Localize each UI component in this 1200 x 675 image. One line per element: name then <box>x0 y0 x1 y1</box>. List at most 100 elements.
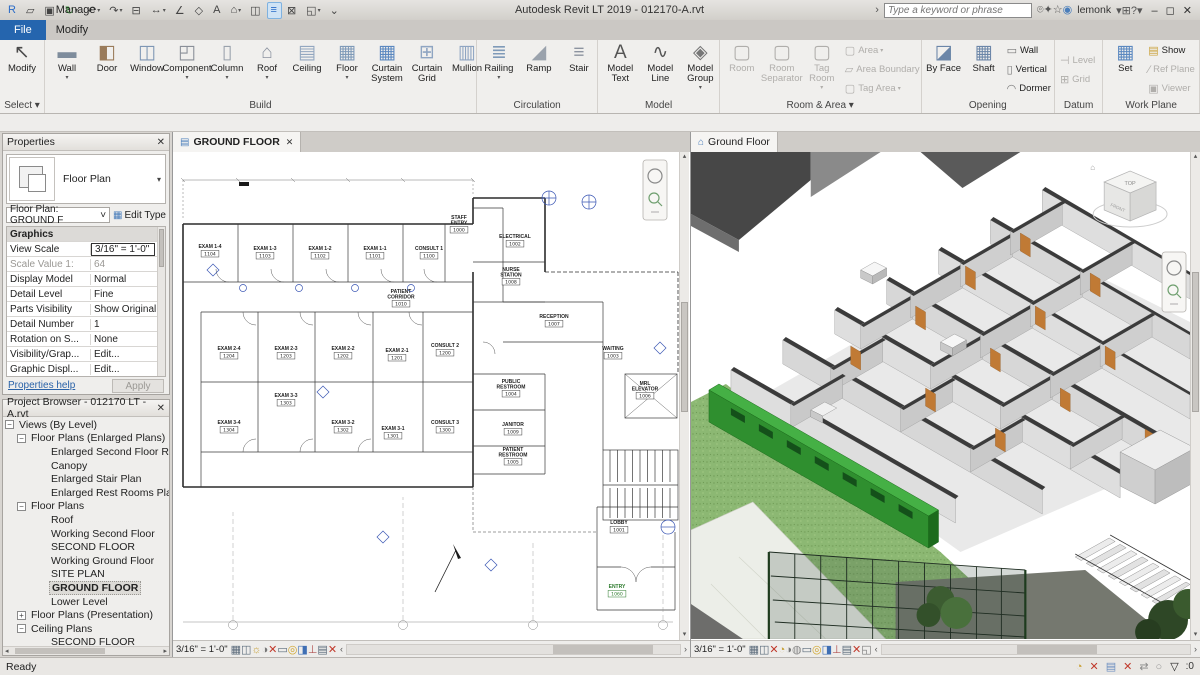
close-icon[interactable]: ✕ <box>286 137 294 148</box>
view-bar-icon[interactable]: ▭ <box>277 644 287 656</box>
expand-collapse-icon[interactable]: − <box>17 434 26 443</box>
property-row[interactable]: Graphics <box>7 227 157 242</box>
scroll-left-arrow[interactable]: ‹ <box>875 644 878 654</box>
ribbon-button[interactable]: ≣ Railing ▾ <box>479 41 519 99</box>
view-bar-icon[interactable]: ▤ <box>317 644 327 656</box>
signed-in-user[interactable]: lemonk <box>1077 4 1111 16</box>
view-bar-icon[interactable]: ◱ <box>861 644 871 656</box>
ribbon-button[interactable]: ◪ By Face <box>924 41 964 99</box>
ribbon-button[interactable]: ▬ Wall ▾ <box>47 41 87 99</box>
qat-button[interactable]: ≡ <box>267 2 282 19</box>
status-icon[interactable]: ✕ <box>1089 660 1098 673</box>
browser-h-scrollbar[interactable]: ◂▸ <box>3 646 169 655</box>
property-row[interactable]: View Scale 3/16" = 1'-0" <box>7 242 157 257</box>
3d-h-scrollbar[interactable] <box>881 644 1191 655</box>
ribbon-button[interactable]: ▢ Room <box>722 41 762 99</box>
tree-item[interactable]: − Floor Plans <box>3 500 169 514</box>
ribbon-button[interactable]: ∿ Model Line <box>640 41 680 99</box>
tree-item[interactable]: − Ceiling Plans <box>3 622 169 636</box>
tree-item[interactable]: Lower Level <box>3 595 169 609</box>
status-icon[interactable]: ⇄ <box>1139 660 1148 673</box>
plan-v-scrollbar[interactable]: ▴ ▾ <box>679 152 689 640</box>
chevron-down-icon[interactable]: ▾ <box>153 175 165 184</box>
title-icon[interactable]: ◉ <box>1063 4 1073 16</box>
tree-item[interactable]: SECOND FLOOR <box>3 636 169 647</box>
property-row[interactable]: Rotation on S... None <box>7 332 157 347</box>
ribbon-button[interactable]: ◢ Ramp <box>519 41 559 99</box>
title-icon[interactable]: ⌾ <box>1037 4 1044 16</box>
qat-button[interactable]: ◫ <box>246 2 265 19</box>
ribbon-button[interactable]: ▤ Ceiling <box>287 41 327 99</box>
ribbon-button[interactable]: ◈ Model Group ▾ <box>680 41 720 99</box>
edit-type-button[interactable]: ▦ Edit Type <box>113 210 166 221</box>
ribbon-button[interactable]: ▭ Wall <box>1004 41 1056 60</box>
file-tab[interactable]: File <box>0 20 46 40</box>
view-selector-combo[interactable]: Floor Plan: GROUND F ˅ <box>6 207 110 223</box>
ribbon-button[interactable]: ▦ Set <box>1105 41 1145 99</box>
tree-item[interactable]: − Views (By Level) <box>3 418 169 432</box>
ribbon-button[interactable]: ▦ Floor ▾ <box>327 41 367 99</box>
property-row[interactable]: Display Model Normal <box>7 272 157 287</box>
3d-v-scrollbar[interactable]: ▴ ▾ <box>1190 152 1200 640</box>
view-bar-icon[interactable]: ✕ <box>852 644 861 656</box>
ribbon-button[interactable]: ▱ Area Boundary <box>842 60 925 79</box>
window-control[interactable]: ✕ <box>1179 5 1196 17</box>
qat-button[interactable]: ◱ ▾ <box>302 2 324 19</box>
qat-button[interactable]: ⌂ ▾ <box>226 2 245 19</box>
view-bar-icon[interactable]: ◎ <box>812 644 822 656</box>
qat-button[interactable]: ▱ <box>22 2 39 19</box>
view-bar-icon[interactable]: ▤ <box>842 644 852 656</box>
tree-item[interactable]: GROUND FLOOR <box>3 581 169 595</box>
tree-item[interactable]: SITE PLAN <box>3 568 169 582</box>
status-icon[interactable]: ✕ <box>1123 660 1132 673</box>
title-icon[interactable]: ⊞ <box>1122 5 1131 17</box>
ribbon-button[interactable]: ▢ Room Separator <box>762 41 802 99</box>
ribbon-button[interactable]: A Model Text <box>600 41 640 99</box>
ribbon-button[interactable]: ▦ Curtain System <box>367 41 407 99</box>
tree-item[interactable]: Canopy <box>3 459 169 473</box>
property-row[interactable]: Parts Visibility Show Original <box>7 302 157 317</box>
window-control[interactable]: ◻ <box>1162 5 1179 17</box>
tree-item[interactable]: Enlarged Stair Plan <box>3 472 169 486</box>
ribbon-button[interactable]: ▦ Shaft <box>964 41 1004 99</box>
plan-canvas[interactable]: EXAM 1-41104EXAM 1-31103EXAM 1-21102EXAM… <box>173 152 690 640</box>
panel-label[interactable]: Room & Area ▾ <box>722 99 919 113</box>
tree-item[interactable]: Working Ground Floor <box>3 554 169 568</box>
ribbon-tab[interactable]: Modify <box>46 20 125 40</box>
tree-item[interactable]: Roof <box>3 513 169 527</box>
view-bar-icon[interactable]: ◫ <box>241 644 251 656</box>
view-bar-icon[interactable]: ✕ <box>769 644 778 656</box>
scale-button[interactable]: 3/16" = 1'-0" <box>694 644 746 655</box>
properties-help-link[interactable]: Properties help <box>8 380 75 391</box>
ribbon-button[interactable]: ∕ Ref Plane <box>1145 60 1200 79</box>
property-row[interactable]: Graphic Displ... Edit... <box>7 362 157 376</box>
tree-item[interactable]: − Floor Plans (Enlarged Plans) <box>3 432 169 446</box>
ribbon-button[interactable]: ≡ Stair <box>559 41 599 99</box>
status-icon[interactable]: ◔ <box>1076 661 1083 673</box>
view-bar-icon[interactable]: ◨ <box>297 644 307 656</box>
tree-item[interactable]: Enlarged Rest Rooms Pla <box>3 486 169 500</box>
view-bar-icon[interactable]: ◎ <box>288 644 298 656</box>
ribbon-button[interactable]: ◠ Dormer <box>1004 79 1056 98</box>
ribbon-button[interactable]: ▣ Viewer <box>1145 79 1200 98</box>
property-row[interactable]: Scale Value 1: 64 <box>7 257 157 272</box>
expand-collapse-icon[interactable]: − <box>17 624 26 633</box>
scroll-right-arrow[interactable]: › <box>1194 644 1197 654</box>
ribbon-button[interactable]: ◰ Component ▾ <box>167 41 207 99</box>
status-icon[interactable]: ▤ <box>1106 660 1116 673</box>
view-bar-icon[interactable]: ◍ <box>792 644 802 656</box>
qat-button[interactable]: ↔ ▾ <box>147 2 170 19</box>
ribbon-button[interactable]: ◧ Door <box>87 41 127 99</box>
navigation-bar[interactable] <box>643 160 667 220</box>
qat-button[interactable]: A <box>209 2 225 19</box>
qat-button[interactable]: ⌄ <box>326 2 344 19</box>
status-icon[interactable]: ○ <box>1156 661 1163 673</box>
title-icon[interactable]: ✦ <box>1044 4 1053 16</box>
qat-button[interactable]: R <box>4 2 21 19</box>
expand-collapse-icon[interactable]: − <box>17 502 26 511</box>
view-bar-icon[interactable]: ▦ <box>231 644 241 656</box>
tree-item[interactable]: SECOND FLOOR <box>3 540 169 554</box>
scroll-left-arrow[interactable]: ‹ <box>340 644 343 654</box>
title-icon[interactable]: ☆ <box>1053 4 1063 16</box>
view-bar-icon[interactable]: ▦ <box>749 644 759 656</box>
